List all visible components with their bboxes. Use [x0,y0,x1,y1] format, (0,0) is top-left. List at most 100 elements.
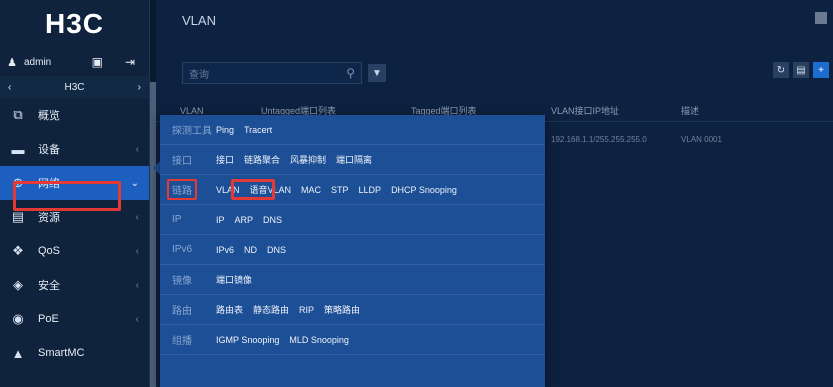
menu-item[interactable]: ARP [235,215,254,225]
save-icon[interactable]: ▣ [84,55,111,69]
sidebar-item-2[interactable]: ⊕ 网络 ⌄ [0,166,149,200]
menu-row: 镜像 端口镜像 [160,265,545,295]
col-vlan[interactable]: VLAN [180,106,204,116]
menu-item[interactable]: DNS [263,215,282,225]
sidebar-item-6[interactable]: ◉ PoE ‹ [0,302,149,336]
cell-ip: 192.168.1.1/255.255.255.0 [551,134,647,144]
sidebar-nav: ⧉ 概览 ▬ 设备 ‹ ⊕ 网络 ⌄ ▤ 资源 ‹ ❖ QoS ‹ ◈ 安全 ‹ ◉ PoE ‹ ▲ SmartMC [0,98,149,370]
sidebar-item-label: SmartMC [38,347,85,359]
menu-items: 接口 链路聚合 风暴抑制 端口隔离 [216,153,372,166]
chevron-left-icon: ‹ [135,211,139,223]
sidebar-item-label: 设备 [38,144,60,156]
search-input[interactable]: 查询 ⚲ [182,62,362,84]
add-icon[interactable]: + [813,62,829,78]
window-icon[interactable] [815,12,827,24]
menu-items: Ping Tracert [216,125,272,135]
vlan-highlight [231,179,275,200]
prev-device-icon[interactable]: ‹ [8,82,11,93]
sidebar: H3C ♟ admin ▣ ⇥ ‹ H3C › ⧉ 概览 ▬ 设备 ‹ ⊕ 网络 ⌄ ▤ 资源 ‹ ❖… [0,0,150,387]
user-icon: ♟ [7,56,17,69]
chevron-left-icon: ‹ [135,245,139,257]
menu-item[interactable]: Tracert [244,125,272,135]
menu-item[interactable]: DNS [267,245,286,255]
menu-row: 路由 路由表 静态路由 RIP 策略路由 [160,295,545,325]
col-desc[interactable]: 描述 [681,104,699,117]
menu-items: 端口镜像 [216,273,252,286]
menu-item[interactable]: MAC [301,185,321,195]
menu-category: IP [172,214,182,225]
menu-item[interactable]: 接口 [216,153,234,166]
search-icon[interactable]: ⚲ [346,66,355,80]
menu-category: 路由 [172,306,192,317]
menu-item[interactable]: 策略路由 [324,303,360,316]
menu-row: 组播 IGMP Snooping MLD Snooping [160,325,545,355]
chevron-left-icon: ‹ [135,313,139,325]
device-icon: ▬ [11,141,25,157]
next-device-icon[interactable]: › [138,82,141,93]
sidebar-item-1[interactable]: ▬ 设备 ‹ [0,132,149,166]
delete-icon[interactable]: ▤ [793,62,809,78]
menu-category: 组播 [172,336,192,347]
brand-logo: H3C [44,8,104,39]
logout-icon[interactable]: ⇥ [117,55,143,69]
menu-item[interactable]: 端口隔离 [336,153,372,166]
menu-item[interactable]: 端口镜像 [216,273,252,286]
poe-icon: ◉ [12,311,24,326]
sidebar-item-4[interactable]: ❖ QoS ‹ [0,234,149,268]
menu-category: 探测工具 [172,126,212,137]
menu-category: IPv6 [172,244,193,255]
menu-row: 链路 VLAN 语音VLAN MAC STP LLDP DHCP Snooping [160,175,545,205]
cell-desc: VLAN 0001 [681,134,722,144]
menu-item[interactable]: ND [244,245,257,255]
menu-row: IPv6 IPv6 ND DNS [160,235,545,265]
sidebar-item-0[interactable]: ⧉ 概览 [0,98,149,132]
page-title: VLAN [182,12,216,28]
user-name: admin [24,56,52,68]
refresh-icon[interactable]: ↻ [773,62,789,78]
user-bar: ♟ admin ▣ ⇥ [0,48,149,76]
filter-icon[interactable]: ▼ [368,64,386,82]
menu-item[interactable]: IPv6 [216,245,234,255]
chevron-down-icon: ⌄ [130,177,139,189]
app-window: H3C ♟ admin ▣ ⇥ ‹ H3C › ⧉ 概览 ▬ 设备 ‹ ⊕ 网络 ⌄ ▤ 资源 ‹ ❖… [0,0,833,387]
menu-row: 接口 接口 链路聚合 风暴抑制 端口隔离 [160,145,545,175]
menu-item[interactable]: Ping [216,125,234,135]
device-switcher: ‹ H3C › [0,76,149,98]
menu-row: 探测工具 Ping Tracert [160,115,545,145]
col-ip[interactable]: VLAN接口IP地址 [551,104,619,117]
menu-item[interactable]: IGMP Snooping [216,335,279,345]
menu-item[interactable]: IP [216,215,225,225]
shield-icon: ◈ [13,277,23,292]
menu-items: IPv6 ND DNS [216,245,286,255]
menu-item[interactable]: MLD Snooping [289,335,349,345]
sidebar-item-7[interactable]: ▲ SmartMC [0,336,149,370]
menu-items: IP ARP DNS [216,215,282,225]
network-submenu: 探测工具 Ping Tracert 接口 接口 链路聚合 风暴抑制 端口隔离 链路 VLAN 语音V… [160,115,545,387]
globe-icon: ⊕ [12,175,24,190]
menu-item[interactable]: DHCP Snooping [391,185,457,195]
sidebar-item-label: 安全 [38,280,60,292]
menu-item[interactable]: RIP [299,305,314,315]
sidebar-item-label: 概览 [38,110,60,122]
device-name: H3C [64,81,85,93]
menu-items: IGMP Snooping MLD Snooping [216,335,349,345]
chevron-left-icon: ‹ [135,143,139,155]
toolbar: 查询 ⚲ ▼ ↻ ▤ + [156,58,833,88]
menu-item[interactable]: STP [331,185,349,195]
sidebar-item-label: 资源 [38,212,60,224]
menu-item[interactable]: 风暴抑制 [290,153,326,166]
sidebar-item-label: PoE [38,313,59,325]
menu-item[interactable]: 链路聚合 [244,153,280,166]
menu-item[interactable]: LLDP [359,185,382,195]
sidebar-item-label: 网络 [38,178,60,190]
menu-item[interactable]: 静态路由 [253,303,289,316]
menu-item[interactable]: 路由表 [216,303,243,316]
page-header: VLAN [156,0,833,40]
search-placeholder: 查询 [189,69,209,81]
sidebar-item-label: QoS [38,245,61,257]
sidebar-item-3[interactable]: ▤ 资源 ‹ [0,200,149,234]
sidebar-item-5[interactable]: ◈ 安全 ‹ [0,268,149,302]
category-highlight [167,179,197,200]
dashboard-icon: ⧉ [13,107,23,122]
menu-category: 镜像 [172,276,192,287]
